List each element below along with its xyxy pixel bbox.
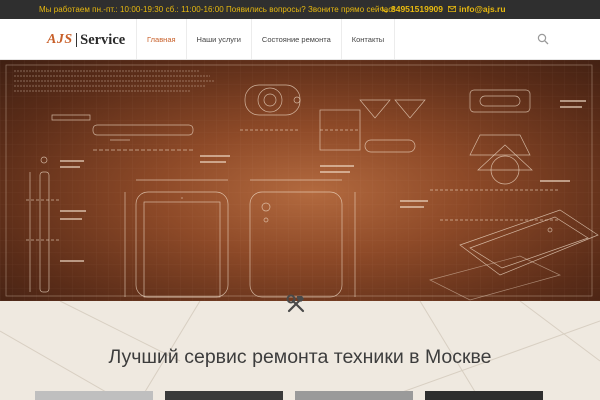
email-address: info@ajs.ru [459,4,506,14]
logo-divider [75,33,78,47]
logo-brand: AJS [47,32,73,47]
nav-item-home[interactable]: Главная [136,19,187,59]
nav-item-services[interactable]: Наши услуги [187,19,252,59]
search-icon[interactable] [537,33,549,45]
phone-number: 84951519909 [391,4,444,14]
logo-name: Service [80,31,126,48]
top-info-bar: Мы работаем пн.-пт.: 10:00-19:30 сб.: 11… [0,0,600,19]
site-header: AJS Service Главная Наши услуги Состояни… [0,19,600,60]
hammer-wrench-icon [286,294,305,313]
section-headline: Лучший сервис ремонта техники в Москве [108,346,492,368]
phone-link[interactable]: 84951519909 [381,4,443,14]
envelope-icon [448,6,456,12]
phone-icon [381,5,388,13]
service-card[interactable] [295,391,413,400]
nav-item-repair-status[interactable]: Состояние ремонта [252,19,342,59]
service-card[interactable] [35,391,153,400]
email-link[interactable]: info@ajs.ru [448,4,506,14]
site-logo[interactable]: AJS Service [47,31,125,49]
nav-item-contacts[interactable]: Контакты [342,19,396,59]
main-nav: Главная Наши услуги Состояние ремонта Ко… [136,19,396,59]
hero-blueprint-image [0,60,600,301]
service-card[interactable] [425,391,543,400]
service-card[interactable] [165,391,283,400]
blueprint-drawing [0,60,600,301]
working-hours-text: Мы работаем пн.-пт.: 10:00-19:30 сб.: 11… [39,5,395,14]
